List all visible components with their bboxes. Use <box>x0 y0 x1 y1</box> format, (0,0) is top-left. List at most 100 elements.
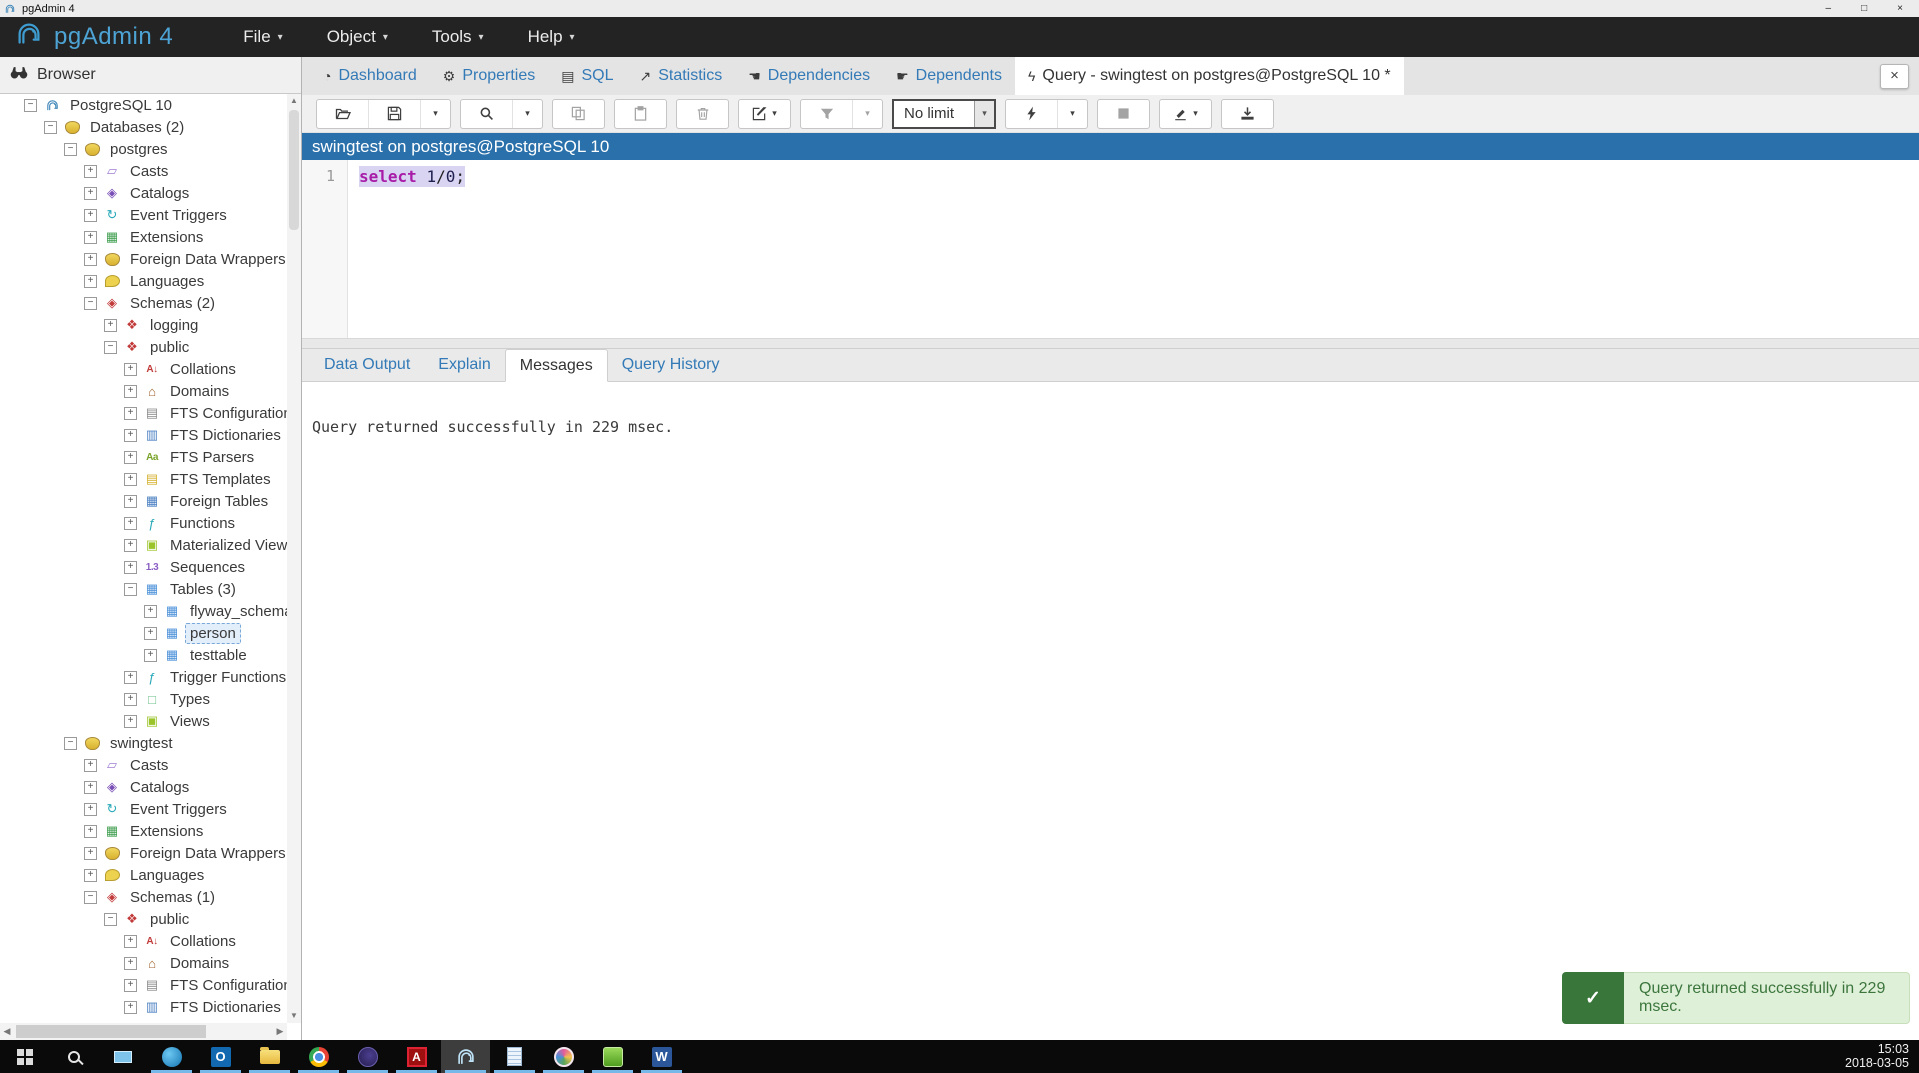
tree-item-schemas-1[interactable]: −◈Schemas (1) <box>0 886 287 908</box>
expand-icon[interactable]: + <box>84 825 97 838</box>
delete-row-button[interactable] <box>677 100 728 128</box>
collapse-icon[interactable]: − <box>24 99 37 112</box>
output-tab-messages[interactable]: Messages <box>505 349 608 382</box>
taskbar-chrome-button[interactable] <box>294 1040 343 1073</box>
horizontal-scroll-thumb[interactable] <box>16 1025 206 1038</box>
tree-item-person[interactable]: +▦person <box>0 622 287 644</box>
expand-icon[interactable]: + <box>124 473 137 486</box>
tree-item-functions[interactable]: +ƒFunctions <box>0 512 287 534</box>
tree-item-foreign-tables[interactable]: +▦Foreign Tables <box>0 490 287 512</box>
expand-icon[interactable]: + <box>84 869 97 882</box>
expand-icon[interactable]: + <box>124 407 137 420</box>
tree-item-trigger-functions[interactable]: +ƒTrigger Functions <box>0 666 287 688</box>
tree-item-fts-configurations[interactable]: +▤FTS Configurations <box>0 402 287 424</box>
expand-icon[interactable]: + <box>84 275 97 288</box>
tab-sql[interactable]: ▤SQL <box>548 57 626 95</box>
tree-item-casts[interactable]: +▱Casts <box>0 160 287 182</box>
expand-icon[interactable]: + <box>124 539 137 552</box>
tree-item-types[interactable]: +□Types <box>0 688 287 710</box>
execute-menu-button[interactable]: ▾ <box>1057 100 1087 128</box>
expand-icon[interactable]: + <box>124 561 137 574</box>
tree-item-casts[interactable]: +▱Casts <box>0 754 287 776</box>
taskbar-task-view-button[interactable] <box>98 1040 147 1073</box>
expand-icon[interactable]: + <box>124 693 137 706</box>
chevron-down-icon[interactable]: ▾ <box>974 101 994 127</box>
tree-item-databases-2[interactable]: −Databases (2) <box>0 116 287 138</box>
expand-icon[interactable]: + <box>124 363 137 376</box>
taskbar-file-explorer-button[interactable] <box>245 1040 294 1073</box>
taskbar-eclipse-button[interactable] <box>343 1040 392 1073</box>
expand-icon[interactable]: + <box>124 671 137 684</box>
collapse-icon[interactable]: − <box>104 913 117 926</box>
tree-vertical-scrollbar[interactable]: ▲ ▼ <box>287 94 301 1023</box>
expand-icon[interactable]: + <box>124 495 137 508</box>
expand-icon[interactable]: + <box>144 649 157 662</box>
tree-item-fts-dictionaries[interactable]: +▥FTS Dictionaries <box>0 996 287 1018</box>
vertical-scroll-thumb[interactable] <box>289 110 299 230</box>
scroll-up-icon[interactable]: ▲ <box>287 94 301 108</box>
scroll-down-icon[interactable]: ▼ <box>287 1009 301 1023</box>
tree-item-foreign-data-wrappers[interactable]: +Foreign Data Wrappers <box>0 842 287 864</box>
tree-item-logging[interactable]: +❖logging <box>0 314 287 336</box>
find-button[interactable] <box>461 100 512 128</box>
tree-item-collations[interactable]: +A↓Collations <box>0 930 287 952</box>
filter-button[interactable] <box>801 100 852 128</box>
tree-item-postgresql-10[interactable]: −PostgreSQL 10 <box>0 94 287 116</box>
taskbar-clock[interactable]: 15:03 2018-03-05 <box>1845 1040 1919 1073</box>
scroll-right-icon[interactable]: ▶ <box>273 1023 287 1040</box>
tree-item-postgres[interactable]: −postgres <box>0 138 287 160</box>
expand-icon[interactable]: + <box>144 627 157 640</box>
tree-item-extensions[interactable]: +▦Extensions <box>0 226 287 248</box>
minimize-window-icon[interactable]: – <box>1826 3 1832 14</box>
taskbar-thunderbird-button[interactable] <box>147 1040 196 1073</box>
expand-icon[interactable]: + <box>84 209 97 222</box>
tree-item-foreign-data-wrappers[interactable]: +Foreign Data Wrappers <box>0 248 287 270</box>
tree-item-fts-parsers[interactable]: +AaFTS Parsers <box>0 446 287 468</box>
menu-help[interactable]: Help▾ <box>506 19 597 55</box>
taskbar-search-button[interactable] <box>49 1040 98 1073</box>
taskbar-outlook-button[interactable]: O <box>196 1040 245 1073</box>
taskbar-tortoise-button[interactable] <box>588 1040 637 1073</box>
taskbar-paint-button[interactable] <box>539 1040 588 1073</box>
download-results-button[interactable] <box>1222 100 1273 128</box>
tree-horizontal-scrollbar[interactable]: ◀ ▶ <box>0 1023 287 1040</box>
tab-dashboard[interactable]: ◔Dashboard <box>310 57 430 95</box>
maximize-window-icon[interactable]: □ <box>1861 3 1867 14</box>
execute-query-button[interactable] <box>1006 100 1057 128</box>
tab-dependencies[interactable]: ☚Dependencies <box>735 57 883 95</box>
tree-item-swingtest[interactable]: −swingtest <box>0 732 287 754</box>
success-toast[interactable]: ✓ Query returned successfully in 229 mse… <box>1562 972 1910 1024</box>
save-button[interactable] <box>368 100 420 128</box>
expand-icon[interactable]: + <box>144 605 157 618</box>
tree-item-domains[interactable]: +⌂Domains <box>0 952 287 974</box>
expand-icon[interactable]: + <box>84 253 97 266</box>
tree-item-sequences[interactable]: +1.3Sequences <box>0 556 287 578</box>
tree-item-schemas-2[interactable]: −◈Schemas (2) <box>0 292 287 314</box>
close-window-icon[interactable]: × <box>1897 3 1903 14</box>
expand-icon[interactable]: + <box>84 759 97 772</box>
collapse-icon[interactable]: − <box>64 737 77 750</box>
expand-icon[interactable]: + <box>124 517 137 530</box>
expand-icon[interactable]: + <box>124 957 137 970</box>
menu-object[interactable]: Object▾ <box>305 19 410 55</box>
find-menu-button[interactable]: ▾ <box>512 100 542 128</box>
clear-query-button[interactable]: ▾ <box>1160 100 1211 128</box>
collapse-icon[interactable]: − <box>124 583 137 596</box>
filter-menu-button[interactable]: ▾ <box>852 100 882 128</box>
taskbar-pgadmin-button[interactable] <box>441 1040 490 1073</box>
tab-properties[interactable]: ⚙Properties <box>430 57 548 95</box>
tree-item-languages[interactable]: +Languages <box>0 864 287 886</box>
tab-query[interactable]: ϟQuery - swingtest on postgres@PostgreSQ… <box>1015 57 1404 95</box>
expand-icon[interactable]: + <box>84 781 97 794</box>
expand-icon[interactable]: + <box>84 165 97 178</box>
output-tab-query-history[interactable]: Query History <box>608 349 734 381</box>
tree-item-catalogs[interactable]: +◈Catalogs <box>0 776 287 798</box>
expand-icon[interactable]: + <box>84 231 97 244</box>
tab-dependents[interactable]: ☛Dependents <box>883 57 1015 95</box>
scroll-left-icon[interactable]: ◀ <box>0 1023 14 1040</box>
tree-item-extensions[interactable]: +▦Extensions <box>0 820 287 842</box>
tree-item-fts-configurations[interactable]: +▤FTS Configurations <box>0 974 287 996</box>
tree-item-views[interactable]: +▣Views <box>0 710 287 732</box>
taskbar-start-button[interactable] <box>0 1040 49 1073</box>
panel-splitter[interactable] <box>302 338 1919 349</box>
